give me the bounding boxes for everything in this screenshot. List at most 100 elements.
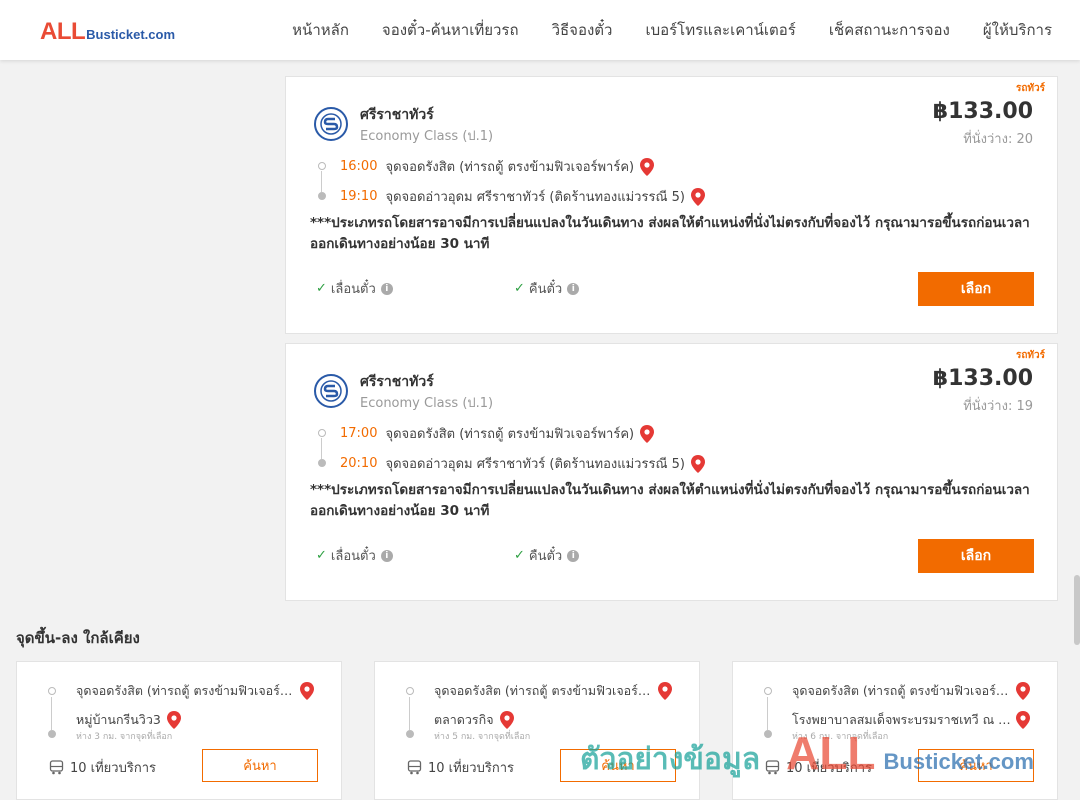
- nearby-section-title: จุดขึ้น-ลง ใกล้เคียง: [16, 629, 140, 647]
- map-pin-icon[interactable]: [300, 682, 314, 700]
- nav-item-home[interactable]: หน้าหลัก: [292, 18, 349, 42]
- bus-class: Economy Class (ป.1): [360, 129, 494, 144]
- map-pin-icon[interactable]: [640, 157, 655, 176]
- trip-note: ***ประเภทรถโดยสารอาจมีการเปลี่ยนแปลงในวั…: [310, 215, 1030, 252]
- from-dot: [406, 687, 414, 695]
- trip-card: รถทัวร์ ศรีราชาทัวร์ Economy Class (ป.1)…: [285, 76, 1058, 334]
- feature-label: คืนตั๋ว: [528, 282, 563, 297]
- arrive-stop-name: จุดจอดอ่าวอุดม ศรีราชาทัวร์ (ติดร้านทองแ…: [385, 457, 685, 472]
- nav-item-how-to-book[interactable]: วิธีจองตั๋ว: [552, 18, 613, 42]
- from-dot: [48, 687, 56, 695]
- nearby-from-name: จุดจอดรังสิต (ท่ารถตู้ ตรงข้ามฟิวเจอร์พา…: [76, 683, 298, 698]
- trip-count-label: 10 เที่ยวบริการ: [428, 761, 514, 776]
- seats-available: ที่นั่งว่าง: 20: [963, 132, 1033, 147]
- to-dot: [48, 730, 56, 738]
- nearby-distance: ห่าง 6 กม. จากจุดที่เลือก: [792, 732, 889, 742]
- nearby-card: จุดจอดรังสิต (ท่ารถตู้ ตรงข้ามฟิวเจอร์พา…: [374, 661, 700, 800]
- nav-item-booking[interactable]: จองตั๋ว-ค้นหาเที่ยวรถ: [382, 18, 519, 42]
- bus-class: Economy Class (ป.1): [360, 396, 494, 411]
- select-trip-button[interactable]: เลือก: [918, 272, 1034, 306]
- feature-refund: ✓ คืนตั๋ว i: [514, 545, 580, 566]
- feature-refund: ✓ คืนตั๋ว i: [514, 278, 580, 299]
- nearby-distance: ห่าง 3 กม. จากจุดที่เลือก: [76, 732, 173, 742]
- depart-dot: [318, 429, 326, 437]
- nearby-to-name: โรงพยาบาลสมเด็จพระบรมราชเทวี ณ ศรีราชา: [792, 712, 1014, 727]
- nearby-to-name: หมู่บ้านกรีนวิว3: [76, 712, 161, 727]
- site-logo[interactable]: ALL Busticket.com: [40, 18, 175, 46]
- info-icon[interactable]: i: [567, 549, 580, 562]
- nearby-from: จุดจอดรังสิต (ท่ารถตู้ ตรงข้ามฟิวเจอร์พา…: [434, 681, 686, 701]
- info-icon[interactable]: i: [567, 282, 580, 295]
- arrive-dot: [318, 459, 326, 467]
- trip-card: รถทัวร์ ศรีราชาทัวร์ Economy Class (ป.1)…: [285, 343, 1058, 601]
- nearby-search-button[interactable]: ค้นหา: [560, 749, 676, 782]
- nearby-from-name: จุดจอดรังสิต (ท่ารถตู้ ตรงข้ามฟิวเจอร์พา…: [792, 683, 1014, 698]
- map-pin-icon[interactable]: [1016, 711, 1030, 729]
- site-header: ALL Busticket.com หน้าหลัก จองตั๋ว-ค้นหา…: [0, 0, 1080, 60]
- nearby-trip-count: 10 เที่ยวบริการ: [407, 757, 514, 778]
- ticket-price: ฿133.00: [932, 99, 1033, 124]
- nav-item-check-status[interactable]: เช็คสถานะการจอง: [829, 18, 950, 42]
- nearby-search-button[interactable]: ค้นหา: [202, 749, 318, 782]
- route-line: [409, 697, 410, 730]
- depart-dot: [318, 162, 326, 170]
- nearby-to: หมู่บ้านกรีนวิว3: [76, 710, 181, 730]
- bus-icon: [765, 760, 780, 775]
- trip-count-label: 10 เที่ยวบริการ: [786, 761, 872, 776]
- arrive-dot: [318, 192, 326, 200]
- nav-item-contact[interactable]: เบอร์โทรและเคาน์เตอร์: [645, 18, 795, 42]
- feature-label: เลื่อนตั๋ว: [330, 282, 376, 297]
- check-icon: ✓: [514, 281, 525, 296]
- select-trip-button[interactable]: เลือก: [918, 539, 1034, 573]
- operator-logo: [314, 374, 348, 408]
- arrive-time: 20:10: [340, 456, 378, 471]
- map-pin-icon[interactable]: [499, 711, 514, 729]
- depart-stop-name: จุดจอดรังสิต (ท่ารถตู้ ตรงข้ามฟิวเจอร์พา…: [385, 160, 635, 175]
- nearby-card: จุดจอดรังสิต (ท่ารถตู้ ตรงข้ามฟิวเจอร์พา…: [732, 661, 1058, 800]
- feature-reschedule: ✓ เลื่อนตั๋ว i: [316, 278, 393, 299]
- nearby-card: จุดจอดรังสิต (ท่ารถตู้ ตรงข้ามฟิวเจอร์พา…: [16, 661, 342, 800]
- map-pin-icon[interactable]: [166, 711, 181, 729]
- arrive-stop: 20:10 จุดจอดอ่าวอุดม ศรีราชาทัวร์ (ติดร้…: [340, 453, 705, 474]
- bus-icon: [407, 760, 422, 775]
- logo-all-text: ALL: [40, 18, 86, 45]
- nearby-search-button[interactable]: ค้นหา: [918, 749, 1034, 782]
- arrive-stop-name: จุดจอดอ่าวอุดม ศรีราชาทัวร์ (ติดร้านทองแ…: [385, 190, 685, 205]
- check-icon: ✓: [316, 548, 327, 563]
- seats-available: ที่นั่งว่าง: 19: [963, 399, 1033, 414]
- bus-type-ribbon: รถทัวร์: [1015, 83, 1045, 94]
- bus-type-ribbon: รถทัวร์: [1015, 350, 1045, 361]
- nav-item-operators[interactable]: ผู้ให้บริการ: [983, 18, 1052, 42]
- depart-stop-name: จุดจอดรังสิต (ท่ารถตู้ ตรงข้ามฟิวเจอร์พา…: [385, 427, 635, 442]
- operator-logo: [314, 107, 348, 141]
- page-scrollbar[interactable]: [1074, 575, 1080, 645]
- trip-note: ***ประเภทรถโดยสารอาจมีการเปลี่ยนแปลงในวั…: [310, 482, 1030, 519]
- nearby-to-name: ตลาดวรกิจ: [434, 712, 494, 727]
- info-icon[interactable]: i: [380, 549, 393, 562]
- nearby-to: โรงพยาบาลสมเด็จพระบรมราชเทวี ณ ศรีราชา: [792, 710, 1044, 730]
- feature-label: เลื่อนตั๋ว: [330, 549, 376, 564]
- nearby-trip-count: 10 เที่ยวบริการ: [49, 757, 156, 778]
- map-pin-icon[interactable]: [690, 187, 705, 206]
- feature-label: คืนตั๋ว: [528, 549, 563, 564]
- route-line: [321, 171, 322, 192]
- arrive-stop: 19:10 จุดจอดอ่าวอุดม ศรีราชาทัวร์ (ติดร้…: [340, 186, 705, 207]
- check-icon: ✓: [514, 548, 525, 563]
- ticket-price: ฿133.00: [932, 366, 1033, 391]
- info-icon[interactable]: i: [380, 282, 393, 295]
- nearby-from: จุดจอดรังสิต (ท่ารถตู้ ตรงข้ามฟิวเจอร์พา…: [76, 681, 328, 701]
- check-icon: ✓: [316, 281, 327, 296]
- map-pin-icon[interactable]: [640, 424, 655, 443]
- feature-reschedule: ✓ เลื่อนตั๋ว i: [316, 545, 393, 566]
- depart-stop: 16:00 จุดจอดรังสิต (ท่ารถตู้ ตรงข้ามฟิวเ…: [340, 156, 655, 177]
- nearby-trip-count: 10 เที่ยวบริการ: [765, 757, 872, 778]
- map-pin-icon[interactable]: [1016, 682, 1030, 700]
- nearby-distance: ห่าง 5 กม. จากจุดที่เลือก: [434, 732, 531, 742]
- logo-busticket-text: Busticket.com: [86, 27, 176, 42]
- map-pin-icon[interactable]: [690, 454, 705, 473]
- depart-stop: 17:00 จุดจอดรังสิต (ท่ารถตู้ ตรงข้ามฟิวเ…: [340, 423, 655, 444]
- route-line: [767, 697, 768, 730]
- trip-count-label: 10 เที่ยวบริการ: [70, 761, 156, 776]
- map-pin-icon[interactable]: [658, 682, 672, 700]
- to-dot: [764, 730, 772, 738]
